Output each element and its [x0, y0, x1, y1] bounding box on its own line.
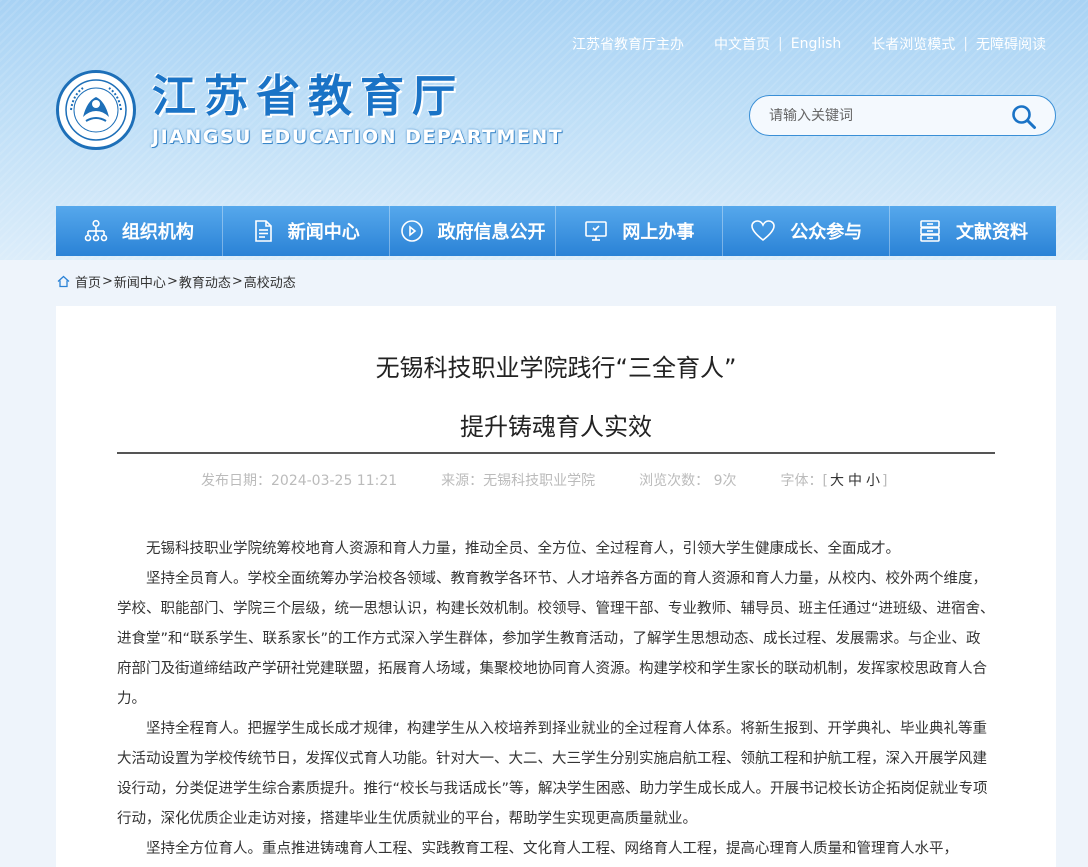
search-box [749, 95, 1056, 136]
english-link[interactable]: English [791, 36, 842, 52]
breadcrumb-separator: > [102, 274, 113, 289]
search-input[interactable] [769, 107, 999, 124]
article-meta: 发布日期：2024-03-25 11:21 来源：无锡科技职业学院 浏览次数： … [201, 470, 887, 490]
font-size-control: 字体：[大中小] [781, 470, 888, 490]
search-icon[interactable] [1011, 104, 1037, 134]
nav-item-news[interactable]: 新闻中心 [223, 206, 390, 256]
article-paragraph: 无锡科技职业学院统筹校地育人资源和育人力量，推动全员、全方位、全过程育人，引领大… [146, 541, 900, 557]
nav-label: 公众参与 [790, 222, 863, 243]
nav-label: 新闻中心 [287, 222, 360, 243]
article-title-line2: 提升铸魂育人实效 [460, 413, 652, 441]
font-large-button[interactable]: 大 [828, 473, 846, 489]
divider: | [963, 36, 968, 52]
nav-label: 文献资料 [956, 222, 1029, 243]
heart-icon [750, 219, 776, 243]
article-paragraph: 坚持全方位育人。重点推进铸魂育人工程、实践教育工程、文化育人工程、网络育人工程，… [146, 841, 958, 857]
font-size-label: 字体：[ [780, 473, 828, 489]
archive-icon [918, 219, 942, 243]
play-circle-icon [400, 219, 424, 243]
org-chart-icon [84, 219, 108, 243]
breadcrumb-separator: > [166, 274, 178, 289]
article-source: 来源：无锡科技职业学院 [441, 473, 596, 489]
top-links: 江苏省教育厅主办 中文首页 | English 长者浏览模式 | 无障碍阅读 [572, 34, 1046, 54]
article-title-line1: 无锡科技职业学院践行“三全育人” [375, 354, 737, 382]
chinese-home-link[interactable]: 中文首页 [714, 34, 770, 54]
nav-item-gov-info[interactable]: 政府信息公开 [390, 206, 557, 256]
title-divider [117, 452, 995, 454]
logo-chinese-title: 江苏省教育厅 [152, 71, 464, 122]
nav-item-online-services[interactable]: 网上办事 [556, 206, 724, 256]
breadcrumb-edu-news[interactable]: 教育动态 [179, 272, 231, 291]
breadcrumb-news[interactable]: 新闻中心 [114, 272, 166, 291]
font-size-bracket: ] [882, 473, 888, 489]
article-paragraph: 坚持全员育人。学校全面统筹办学治校各领域、教育教学各环节、人才培养各方面的育人资… [117, 571, 995, 707]
breadcrumb-home[interactable]: 首页 [75, 272, 101, 291]
sponsor-link[interactable]: 江苏省教育厅主办 [572, 34, 684, 54]
publish-date: 发布日期：2024-03-25 11:21 [201, 473, 398, 489]
article-panel: 无锡科技职业学院践行“三全育人” 提升铸魂育人实效 发布日期：2024-03-2… [56, 306, 1056, 867]
breadcrumb-university-news[interactable]: 高校动态 [244, 272, 296, 291]
article-body: 无锡科技职业学院统筹校地育人资源和育人力量，推动全员、全方位、全过程育人，引领大… [117, 534, 995, 864]
main-nav: 组织机构 新闻中心 政府信息公开 网上办事 公众参与 文献资料 [56, 206, 1056, 256]
article-paragraph: 坚持全程育人。把握学生成长成才规律，构建学生从入校培养到择业就业的全过程育人体系… [117, 721, 988, 827]
view-count: 浏览次数： 9次 [639, 473, 737, 489]
site-logo[interactable]: 江苏省教育厅 JIANGSU EDUCATION DEPARTMENT [56, 70, 563, 150]
elder-mode-link[interactable]: 长者浏览模式 [871, 34, 955, 54]
emblem-icon [56, 70, 136, 150]
breadcrumb-separator: > [231, 274, 243, 289]
nav-label: 政府信息公开 [437, 222, 546, 243]
document-icon [252, 219, 274, 243]
nav-label: 组织机构 [121, 222, 194, 243]
nav-label: 网上办事 [622, 222, 695, 243]
home-icon [57, 275, 70, 288]
breadcrumb: 首页 > 新闻中心 > 教育动态 > 高校动态 [57, 272, 296, 291]
divider: | [778, 36, 783, 52]
nav-item-public-participation[interactable]: 公众参与 [723, 206, 891, 256]
font-medium-button[interactable]: 中 [846, 473, 864, 489]
nav-item-documents[interactable]: 文献资料 [890, 206, 1056, 256]
monitor-icon [584, 219, 608, 243]
accessibility-link[interactable]: 无障碍阅读 [976, 34, 1046, 54]
nav-item-organization[interactable]: 组织机构 [56, 206, 223, 256]
font-small-button[interactable]: 小 [864, 473, 882, 489]
logo-english-title: JIANGSU EDUCATION DEPARTMENT [152, 126, 564, 148]
